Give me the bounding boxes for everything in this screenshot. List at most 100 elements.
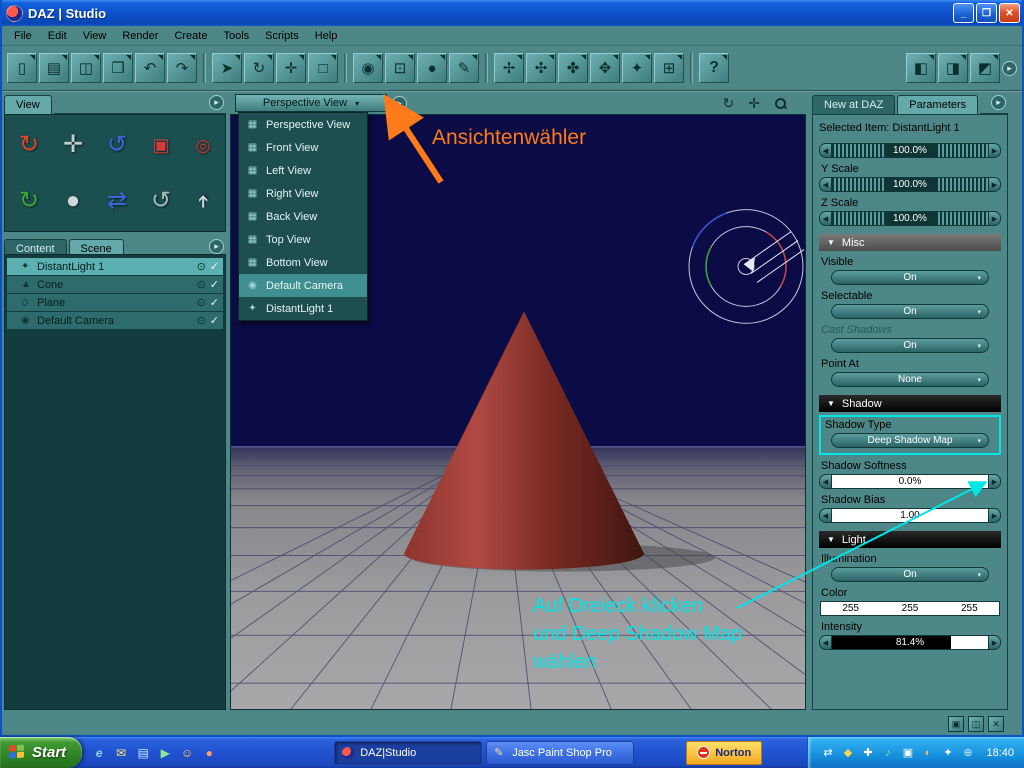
point-at-dropdown[interactable]: None ▾ (831, 372, 989, 387)
media-player-icon[interactable]: ▶ (156, 744, 174, 762)
selection-check-icon[interactable]: ✓ (210, 296, 219, 309)
tab-view[interactable]: View (4, 95, 52, 114)
scene-item-distantlight[interactable]: ✦ DistantLight 1 ⊙ ✓ (7, 258, 223, 275)
orbit-camera-icon[interactable]: ↻ (19, 133, 39, 157)
reset-camera-icon[interactable]: ↺ (151, 189, 171, 213)
tab-new-at-daz[interactable]: New at DAZ (812, 95, 896, 114)
pan-camera-icon[interactable]: ✛ (63, 133, 83, 157)
menu-edit[interactable]: Edit (40, 27, 75, 45)
new-document-button[interactable]: ▯ (7, 53, 37, 83)
view-panel-arrow-button[interactable]: ▸ (209, 95, 224, 110)
view-menu-item-left[interactable]: ▦ Left View (239, 159, 367, 182)
browser-icon[interactable]: ● (200, 744, 218, 762)
layout-pane-left-button[interactable]: ◧ (906, 53, 936, 83)
intensity-slider[interactable]: ◀ 81.4% ▶ (819, 635, 1001, 650)
task-daz-studio[interactable]: DAZ|Studio (334, 740, 483, 765)
toolbar-expand-button[interactable]: ▸ (1002, 60, 1017, 76)
menu-tools[interactable]: Tools (215, 27, 257, 45)
shadow-bias-slider[interactable]: ◀ 1.00 ▶ (819, 508, 1001, 523)
visibility-eye-icon[interactable]: ⊙ (197, 296, 206, 309)
shadow-type-dropdown[interactable]: Deep Shadow Map ▾ (831, 433, 989, 448)
slider-left-arrow[interactable]: ◀ (819, 474, 832, 489)
redo-button[interactable]: ↷ (167, 53, 197, 83)
menu-scripts[interactable]: Scripts (257, 27, 307, 45)
frame-selection-button[interactable]: ⊞ (654, 53, 684, 83)
visible-dropdown[interactable]: On ▾ (831, 270, 989, 285)
minimize-button[interactable]: _ (953, 3, 974, 23)
norton-toolbar[interactable]: Norton (686, 740, 763, 765)
create-null-button[interactable]: ✢ (494, 53, 524, 83)
new-primitive-button[interactable]: ● (417, 53, 447, 83)
selection-check-icon[interactable]: ✓ (210, 314, 219, 327)
undo-button[interactable]: ↶ (135, 53, 165, 83)
view-menu-item-front[interactable]: ▦ Front View (239, 136, 367, 159)
select-tool-button[interactable]: ➤ (212, 53, 242, 83)
display-tray-icon[interactable]: ▣ (900, 746, 915, 759)
create-spotlight-button[interactable]: ✤ (558, 53, 588, 83)
translate-tool-button[interactable]: ✛ (276, 53, 306, 83)
slider-right-arrow[interactable]: ▶ (988, 143, 1001, 158)
viewport-options-arrow-button[interactable]: ▸ (392, 95, 407, 111)
start-button[interactable]: Start (0, 737, 83, 768)
view-menu-item-distantlight[interactable]: ✦ DistantLight 1 (239, 297, 367, 320)
scene-item-plane[interactable]: ◇ Plane ⊙ ✓ (7, 294, 223, 311)
dock-pin-button[interactable]: ▣ (948, 716, 964, 732)
slider-left-arrow[interactable]: ◀ (819, 177, 832, 192)
visibility-eye-icon[interactable]: ⊙ (197, 278, 206, 291)
create-distant-light-button[interactable]: ✥ (590, 53, 620, 83)
scheduler-tray-icon[interactable]: ◐ (920, 747, 935, 759)
scale-tool-button[interactable]: □ (308, 53, 338, 83)
layout-pane-split-button[interactable]: ◩ (970, 53, 1000, 83)
selection-check-icon[interactable]: ✓ (210, 278, 219, 291)
render-button[interactable]: ◉ (353, 53, 383, 83)
visibility-eye-icon[interactable]: ⊙ (197, 314, 206, 327)
copy-button[interactable]: ❐ (103, 53, 133, 83)
orbit-view-icon[interactable]: ↻ (723, 95, 735, 112)
view-menu-item-default-camera[interactable]: ◉ Default Camera (239, 274, 367, 297)
frame-view-icon[interactable]: ▣ (152, 136, 169, 154)
volume-tray-icon[interactable]: ♪ (880, 747, 895, 759)
menu-view[interactable]: View (75, 27, 115, 45)
menu-file[interactable]: File (6, 27, 40, 45)
x-scale-slider[interactable]: ◀ 100.0% ▶ (819, 143, 1001, 158)
antivirus-tray-icon[interactable]: ✚ (860, 746, 875, 759)
scene-panel-arrow-button[interactable]: ▸ (209, 239, 224, 254)
rotate-camera-icon[interactable]: ↻ (19, 189, 39, 213)
slider-right-arrow[interactable]: ▶ (988, 474, 1001, 489)
power-tray-icon[interactable]: ⊕ (960, 746, 975, 759)
email-icon[interactable]: ✉ (112, 744, 130, 762)
color-value-row[interactable]: 255 255 255 (820, 601, 1000, 616)
scene-item-cone[interactable]: ▲ Cone ⊙ ✓ (7, 276, 223, 293)
show-desktop-icon[interactable]: ▤ (134, 744, 152, 762)
tab-parameters[interactable]: Parameters (897, 95, 979, 114)
dock-float-button[interactable]: ◫ (968, 716, 984, 732)
messenger-icon[interactable]: ☺ (178, 744, 196, 762)
illumination-dropdown[interactable]: On ▾ (831, 567, 989, 582)
internet-explorer-icon[interactable]: e (90, 744, 108, 762)
slider-left-arrow[interactable]: ◀ (819, 143, 832, 158)
save-file-button[interactable]: ◫ (71, 53, 101, 83)
zoom-view-icon[interactable] (774, 97, 787, 110)
slider-right-arrow[interactable]: ▶ (988, 635, 1001, 650)
pan-view-icon[interactable]: ✛ (748, 95, 760, 112)
view-menu-item-right[interactable]: ▦ Right View (239, 182, 367, 205)
view-menu-item-top[interactable]: ▦ Top View (239, 228, 367, 251)
y-scale-slider[interactable]: ◀ 100.0% ▶ (819, 177, 1001, 192)
surface-selection-button[interactable]: ✎ (449, 53, 479, 83)
dolly-camera-icon[interactable]: ● (66, 189, 81, 213)
shadow-softness-slider[interactable]: ◀ 0.0% ▶ (819, 474, 1001, 489)
updates-tray-icon[interactable]: ◆ (840, 746, 855, 759)
misc-section-header[interactable]: ▼ Misc (819, 234, 1001, 251)
scene-item-default-camera[interactable]: ◉ Default Camera ⊙ ✓ (7, 312, 223, 329)
create-point-light-button[interactable]: ✦ (622, 53, 652, 83)
visibility-eye-icon[interactable]: ⊙ (197, 260, 206, 273)
selectable-dropdown[interactable]: On ▾ (831, 304, 989, 319)
menu-render[interactable]: Render (114, 27, 166, 45)
create-camera-button[interactable]: ✣ (526, 53, 556, 83)
network-tray-icon[interactable]: ⇄ (820, 746, 835, 759)
aim-camera-icon[interactable]: ◎ (196, 137, 211, 154)
bank-camera-icon[interactable]: ↺ (107, 133, 127, 157)
parameters-panel-arrow-button[interactable]: ▸ (991, 95, 1006, 110)
graphics-tray-icon[interactable]: ✦ (940, 746, 955, 759)
rotate-tool-button[interactable]: ↻ (244, 53, 274, 83)
